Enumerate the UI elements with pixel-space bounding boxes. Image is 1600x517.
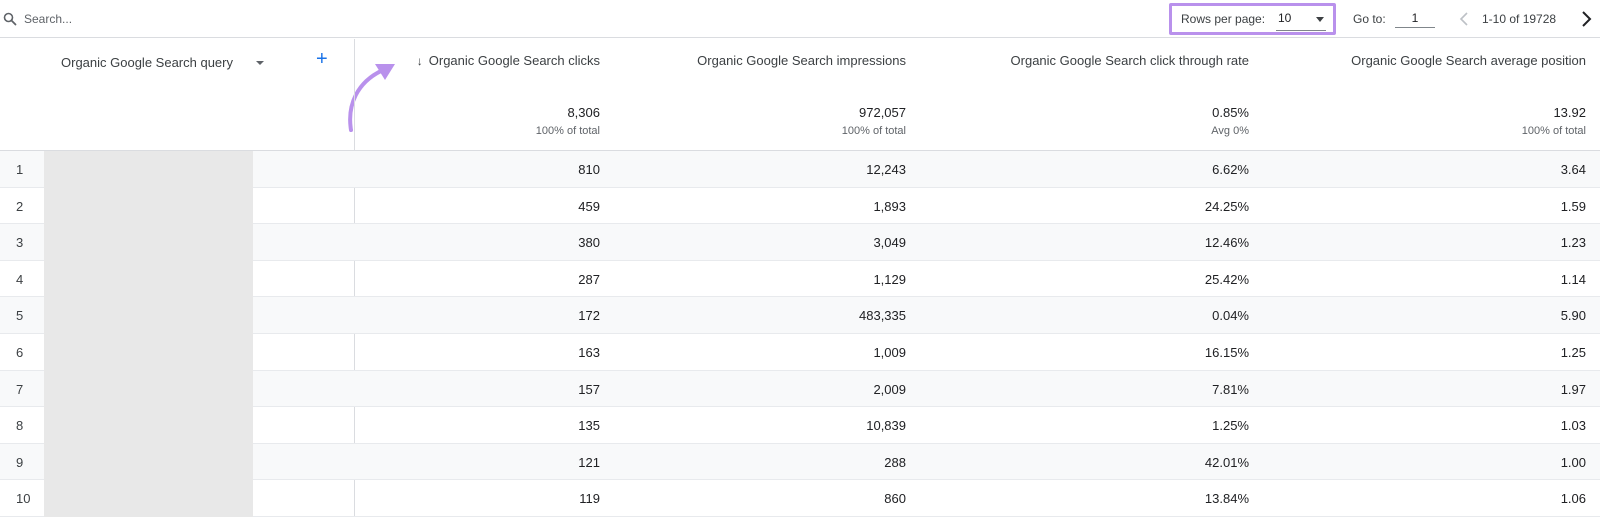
cell-ctr: 0.04% <box>1212 308 1249 324</box>
cell-impressions: 860 <box>884 491 906 507</box>
column-subtotal-clicks: 100% of total <box>535 125 600 137</box>
row-index: 6 <box>16 344 24 360</box>
cell-position: 1.00 <box>1560 454 1586 470</box>
chevron-down-icon <box>1316 17 1324 22</box>
column-header-position[interactable]: Organic Google Search average position <box>1351 53 1586 68</box>
column-subtotal-ctr: Avg 0% <box>1211 125 1249 137</box>
cell-impressions: 2,009 <box>873 381 906 397</box>
cell-clicks: 119 <box>579 491 600 507</box>
column-subtotal-impressions: 100% of total <box>841 125 906 137</box>
cell-position: 1.14 <box>1560 271 1586 287</box>
cell-ctr: 7.81% <box>1212 381 1249 397</box>
row-index: 7 <box>16 381 24 397</box>
search-input[interactable] <box>24 9 324 29</box>
row-index: 8 <box>16 418 24 434</box>
cell-ctr: 1.25% <box>1212 418 1249 434</box>
add-dimension-button[interactable]: + <box>316 49 328 69</box>
cell-ctr: 16.15% <box>1204 344 1249 360</box>
cell-position: 3.64 <box>1560 162 1586 177</box>
dimension-header[interactable]: Organic Google Search query <box>61 55 233 70</box>
cell-impressions: 1,129 <box>873 271 906 287</box>
pagination-range: 1-10 of 19728 <box>1482 12 1557 26</box>
search-icon <box>3 12 17 26</box>
cell-clicks: 810 <box>578 162 600 177</box>
column-header-clicks[interactable]: ↓ Organic Google Search clicks <box>417 53 600 68</box>
cell-ctr: 24.25% <box>1204 198 1249 214</box>
row-index: 5 <box>16 308 24 324</box>
cell-position: 1.06 <box>1560 491 1586 507</box>
cell-impressions: 3,049 <box>873 235 906 251</box>
column-header-ctr[interactable]: Organic Google Search click through rate <box>1011 53 1249 68</box>
redacted-query-column <box>44 151 253 517</box>
cell-clicks: 459 <box>578 198 600 214</box>
table-header: Organic Google Search query + ↓ Organic G… <box>0 39 1600 151</box>
row-index: 3 <box>16 235 24 251</box>
row-index: 10 <box>16 491 31 507</box>
rows-per-page-value: 10 <box>1278 11 1292 25</box>
cell-position: 1.25 <box>1560 344 1586 360</box>
cell-clicks: 135 <box>578 418 600 434</box>
table-toolbar: Rows per page: 10 Go to: 1-10 of 19728 <box>0 0 1600 38</box>
column-total-ctr: 0.85% <box>1212 105 1249 120</box>
cell-ctr: 25.42% <box>1204 271 1249 287</box>
cell-ctr: 12.46% <box>1204 235 1249 251</box>
cell-impressions: 288 <box>884 454 906 470</box>
column-total-position: 13.92 <box>1553 105 1586 120</box>
column-total-impressions: 972,057 <box>859 105 906 120</box>
cell-impressions: 1,893 <box>873 198 906 214</box>
row-index: 2 <box>16 198 24 214</box>
sort-descending-icon[interactable]: ↓ <box>417 54 423 68</box>
cell-clicks: 172 <box>578 308 600 324</box>
caret-down-icon[interactable] <box>256 61 264 65</box>
cell-clicks: 157 <box>578 381 600 397</box>
column-total-clicks: 8,306 <box>567 105 600 120</box>
row-index: 1 <box>16 162 24 177</box>
cell-position: 5.90 <box>1560 308 1586 324</box>
chevron-left-icon[interactable] <box>1457 9 1471 29</box>
cell-impressions: 1,009 <box>873 344 906 360</box>
cell-ctr: 42.01% <box>1204 454 1249 470</box>
goto-label: Go to: <box>1353 12 1386 26</box>
rows-per-page-select[interactable]: 10 <box>1276 9 1326 31</box>
column-header-label: Organic Google Search clicks <box>428 53 600 68</box>
cell-clicks: 163 <box>578 344 600 360</box>
cell-position: 1.59 <box>1560 198 1586 214</box>
cell-clicks: 287 <box>578 271 600 287</box>
cell-ctr: 13.84% <box>1204 491 1249 507</box>
rows-per-page-label: Rows per page: <box>1181 12 1266 26</box>
cell-impressions: 10,839 <box>866 418 906 434</box>
goto-page-input[interactable] <box>1395 8 1435 28</box>
cell-impressions: 483,335 <box>859 308 906 324</box>
cell-clicks: 121 <box>578 454 600 470</box>
cell-ctr: 6.62% <box>1212 162 1249 177</box>
rows-per-page-control: Rows per page: 10 <box>1169 3 1336 35</box>
cell-clicks: 380 <box>578 235 600 251</box>
row-index: 4 <box>16 271 24 287</box>
cell-position: 1.03 <box>1560 418 1586 434</box>
cell-position: 1.23 <box>1560 235 1586 251</box>
column-header-impressions[interactable]: Organic Google Search impressions <box>697 53 906 68</box>
cell-impressions: 12,243 <box>866 162 906 177</box>
column-subtotal-position: 100% of total <box>1521 125 1586 137</box>
cell-position: 1.97 <box>1560 381 1586 397</box>
chevron-right-icon[interactable] <box>1578 9 1594 29</box>
row-index: 9 <box>16 454 24 470</box>
